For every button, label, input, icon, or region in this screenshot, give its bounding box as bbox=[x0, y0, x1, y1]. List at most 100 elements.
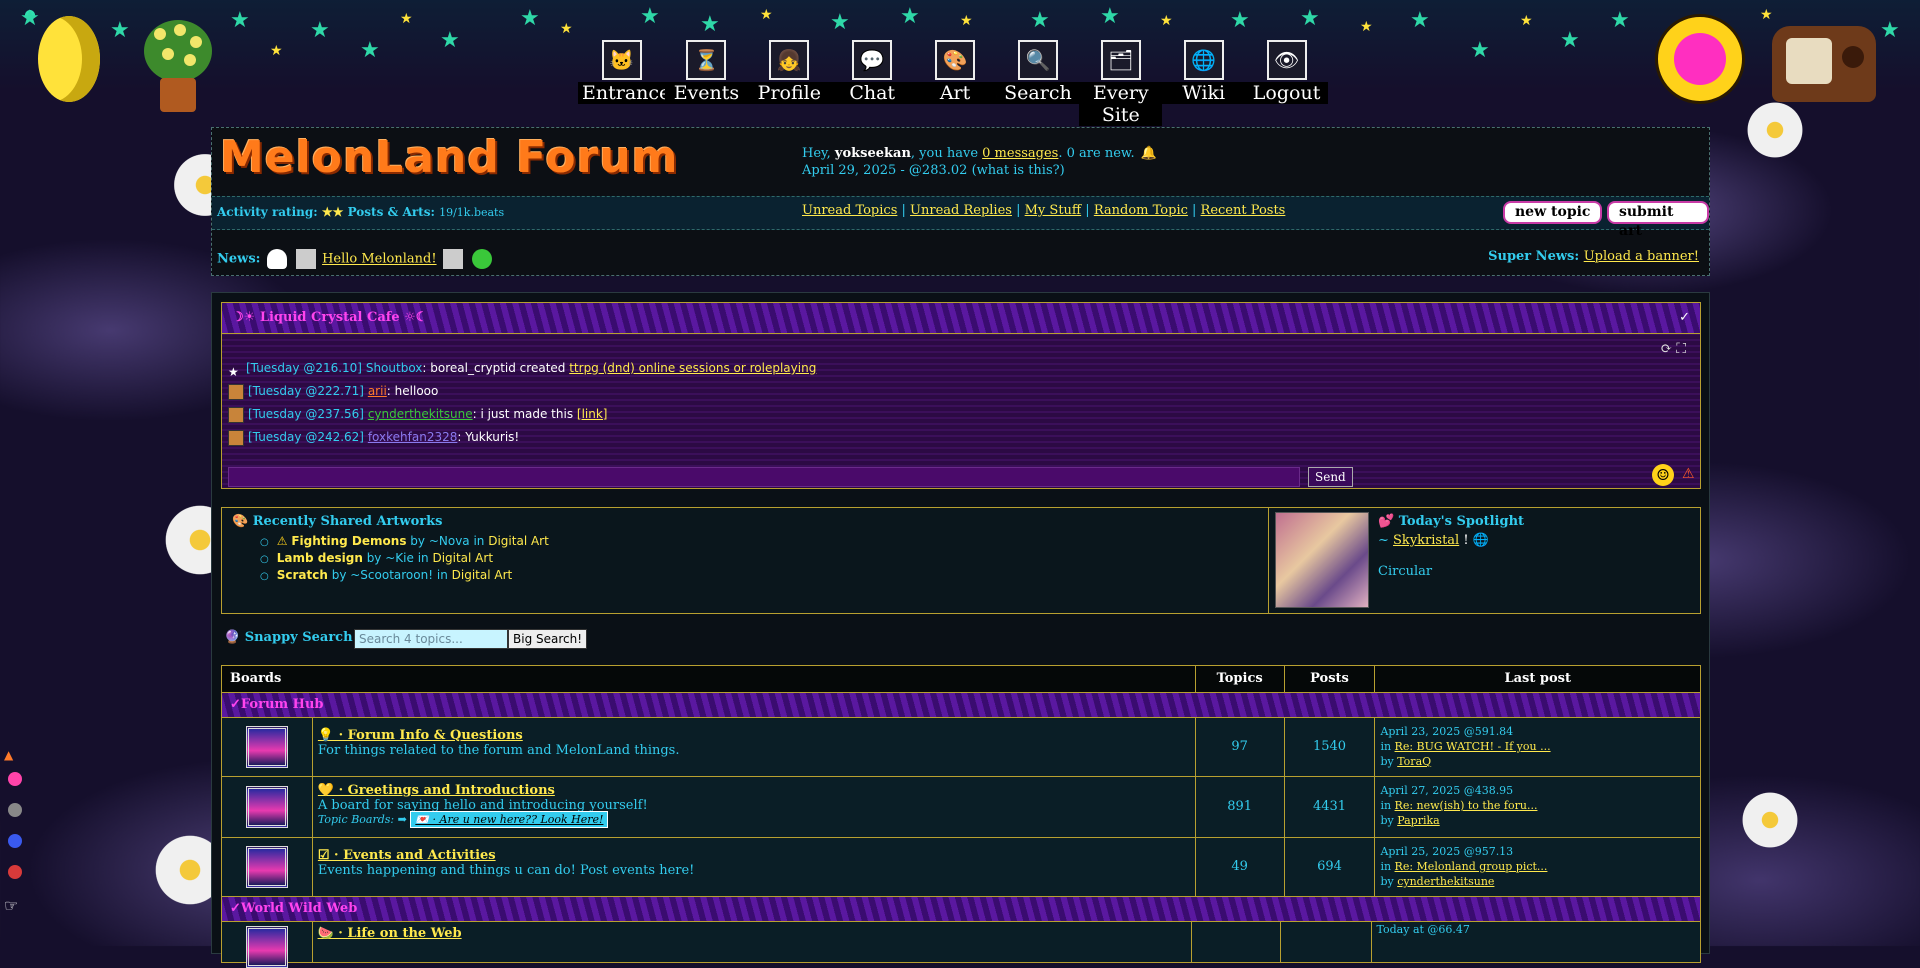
collapse-check-icon[interactable]: ✓ bbox=[1679, 310, 1690, 325]
last-post-user[interactable]: ToraQ bbox=[1397, 755, 1431, 768]
nav-events[interactable]: ⏳ Events bbox=[665, 40, 748, 110]
upload-banner-link[interactable]: Upload a banner! bbox=[1584, 249, 1699, 264]
last-post-topic[interactable]: Re: BUG WATCH! - If you ... bbox=[1395, 740, 1551, 753]
daisy-decoration bbox=[1730, 780, 1810, 860]
smiley-icon[interactable]: ☺ bbox=[1652, 464, 1674, 486]
messages-link[interactable]: 0 messages bbox=[982, 146, 1058, 161]
board-info-cell: ☑ · Events and Activities Events happenin… bbox=[313, 838, 1196, 896]
nav-label: Entrance bbox=[578, 82, 670, 104]
news-link[interactable]: Hello Melonland! bbox=[322, 252, 437, 267]
search-input[interactable]: Search 4 topics... bbox=[354, 629, 508, 649]
artwork-category[interactable]: Digital Art bbox=[432, 551, 493, 565]
quick-link[interactable]: My Stuff bbox=[1025, 203, 1082, 218]
new-topic-button[interactable]: new topic bbox=[1503, 201, 1603, 224]
artwork-category[interactable]: Digital Art bbox=[488, 534, 549, 548]
artwork-category[interactable]: Digital Art bbox=[452, 568, 513, 582]
what-is-this-link[interactable]: (what is this?) bbox=[972, 163, 1065, 178]
last-post-user[interactable]: Paprika bbox=[1397, 814, 1440, 827]
nav-label: Profile bbox=[747, 82, 831, 104]
search-icon: 🔮 bbox=[224, 630, 241, 645]
avatar[interactable] bbox=[228, 383, 244, 400]
artwork-item[interactable]: Scratch by ~Scootaroon! in Digital Art bbox=[260, 567, 549, 584]
submit-art-button[interactable]: submit art bbox=[1607, 201, 1709, 239]
board-name[interactable]: 🍉 · Life on the Web bbox=[318, 926, 462, 941]
board-name[interactable]: 💡 · Forum Info & Questions bbox=[318, 728, 523, 743]
blue-dot-icon[interactable] bbox=[8, 834, 22, 848]
radio-icon[interactable] bbox=[1772, 26, 1876, 102]
avatar[interactable] bbox=[228, 429, 244, 446]
nav-label: Logout bbox=[1245, 82, 1328, 104]
board-name[interactable]: 💛 · Greetings and Introductions bbox=[318, 783, 555, 798]
avatar[interactable] bbox=[228, 406, 244, 423]
nav-art[interactable]: 🎨 Art bbox=[913, 40, 997, 110]
quick-link[interactable]: Random Topic bbox=[1094, 203, 1188, 218]
pointer-hand-icon[interactable]: ☞ bbox=[4, 896, 34, 915]
chat-message: [Tuesday @242.62] foxkehfan2328: Yukkuri… bbox=[228, 427, 1668, 450]
artwork-author[interactable]: by ~Nova bbox=[406, 534, 469, 548]
quick-link[interactable]: Recent Posts bbox=[1201, 203, 1286, 218]
nav-chat[interactable]: 💬 Chat bbox=[830, 40, 914, 110]
last-post-topic[interactable]: Re: new(ish) to the foru... bbox=[1395, 799, 1538, 812]
message-author[interactable]: Shoutbox bbox=[366, 361, 423, 375]
header-last-post: Last post bbox=[1504, 671, 1571, 686]
cat-face-icon: 🐱 bbox=[601, 40, 642, 80]
message-link[interactable]: ttrpg (dnd) online sessions or roleplayi… bbox=[569, 361, 816, 375]
nav-profile[interactable]: 👧 Profile bbox=[747, 40, 831, 110]
warning-icon[interactable]: ⚠ bbox=[1682, 466, 1695, 482]
last-post-user[interactable]: cynderthekitsune bbox=[1397, 875, 1494, 888]
artwork-title[interactable]: Lamb design bbox=[277, 551, 363, 565]
spotlight-image[interactable] bbox=[1275, 512, 1369, 608]
last-post-date: April 27, 2025 @438.95 bbox=[1380, 784, 1514, 797]
magnifier-icon: 🔍 bbox=[1017, 40, 1058, 80]
melonland-badge-logo[interactable] bbox=[1655, 14, 1745, 104]
message-author[interactable]: foxkehfan2328 bbox=[368, 430, 458, 444]
nav-search[interactable]: 🔍 Search bbox=[996, 40, 1080, 110]
artwork-author[interactable]: by ~Kie bbox=[363, 551, 414, 565]
message-separator: : bbox=[386, 384, 395, 398]
category-world-wild-web[interactable]: ✓World Wild Web bbox=[222, 896, 1700, 921]
quick-link[interactable]: Unread Topics bbox=[802, 203, 897, 218]
category-forum-hub[interactable]: ✓Forum Hub bbox=[222, 692, 1700, 717]
message-author[interactable]: arii bbox=[368, 384, 387, 398]
sub-board-label: Topic Boards: ➡ bbox=[317, 813, 411, 826]
refresh-expand-icon[interactable]: ⟳⛶ bbox=[1660, 341, 1690, 357]
artwork-item[interactable]: ⚠ Fighting Demons by ~Nova in Digital Ar… bbox=[260, 533, 549, 550]
bell-icon[interactable]: 🔔 bbox=[1141, 146, 1157, 161]
boards-table: Boards Topics Posts Last post ✓Forum Hub… bbox=[221, 665, 1701, 968]
board-description: Events happening and things u can do! Po… bbox=[317, 863, 695, 878]
spotlight-user-link[interactable]: Skykristal bbox=[1393, 533, 1459, 548]
nav-wiki[interactable]: 🌐 Wiki bbox=[1162, 40, 1246, 110]
artwork-title[interactable]: Fighting Demons bbox=[291, 534, 406, 548]
post-count: 694 bbox=[1285, 838, 1376, 896]
artwork-item[interactable]: Lamb design by ~Kie in Digital Art bbox=[260, 550, 549, 567]
sub-board-link[interactable]: 💌 · Are u new here?? Look Here! bbox=[410, 811, 609, 828]
message-timestamp: [Tuesday @222.71] bbox=[248, 384, 364, 398]
artwork-author[interactable]: by ~Scootaroon! bbox=[328, 568, 433, 582]
top-button-icon[interactable]: ▲ bbox=[4, 748, 34, 762]
avatar[interactable]: ★ bbox=[228, 362, 242, 379]
nav-label: Chat bbox=[830, 82, 914, 104]
artwork-in: in bbox=[433, 568, 452, 582]
message-author[interactable]: cynderthekitsune bbox=[368, 407, 473, 421]
forum-logo[interactable]: MelonLand Forum bbox=[220, 132, 679, 183]
red-dot-icon[interactable] bbox=[8, 865, 22, 879]
nav-every-site[interactable]: 🗂 Every Site bbox=[1079, 40, 1163, 126]
message-link[interactable]: [link] bbox=[577, 407, 608, 421]
chat-header: ☽☀ Liquid Crystal Cafe ☼☾ ✓ bbox=[222, 303, 1700, 334]
pink-dot-icon[interactable] bbox=[8, 772, 22, 786]
send-button[interactable]: Send bbox=[1308, 467, 1353, 487]
artwork-title[interactable]: Scratch bbox=[277, 568, 328, 582]
search-button[interactable]: Big Search! bbox=[508, 629, 588, 649]
post-count: 4431 bbox=[1285, 777, 1376, 837]
board-info-cell: 💛 · Greetings and Introductions A board f… bbox=[313, 777, 1196, 837]
nav-entrance[interactable]: 🐱 Entrance bbox=[578, 40, 670, 110]
board-name[interactable]: ☑ · Events and Activities bbox=[318, 848, 496, 863]
quick-link[interactable]: Unread Replies bbox=[910, 203, 1012, 218]
table-row: 🍉 · Life on the Web Today at @66.47 bbox=[222, 921, 1700, 968]
gray-dot-icon[interactable] bbox=[8, 803, 22, 817]
last-post-topic[interactable]: Re: Melonland group pict... bbox=[1395, 860, 1548, 873]
nav-logout[interactable]: 👁 Logout bbox=[1245, 40, 1328, 110]
chat-input[interactable] bbox=[228, 467, 1300, 487]
separator: | bbox=[1187, 203, 1201, 218]
forum-header: MelonLand Forum Hey, yokseekan, you have… bbox=[211, 127, 1710, 276]
